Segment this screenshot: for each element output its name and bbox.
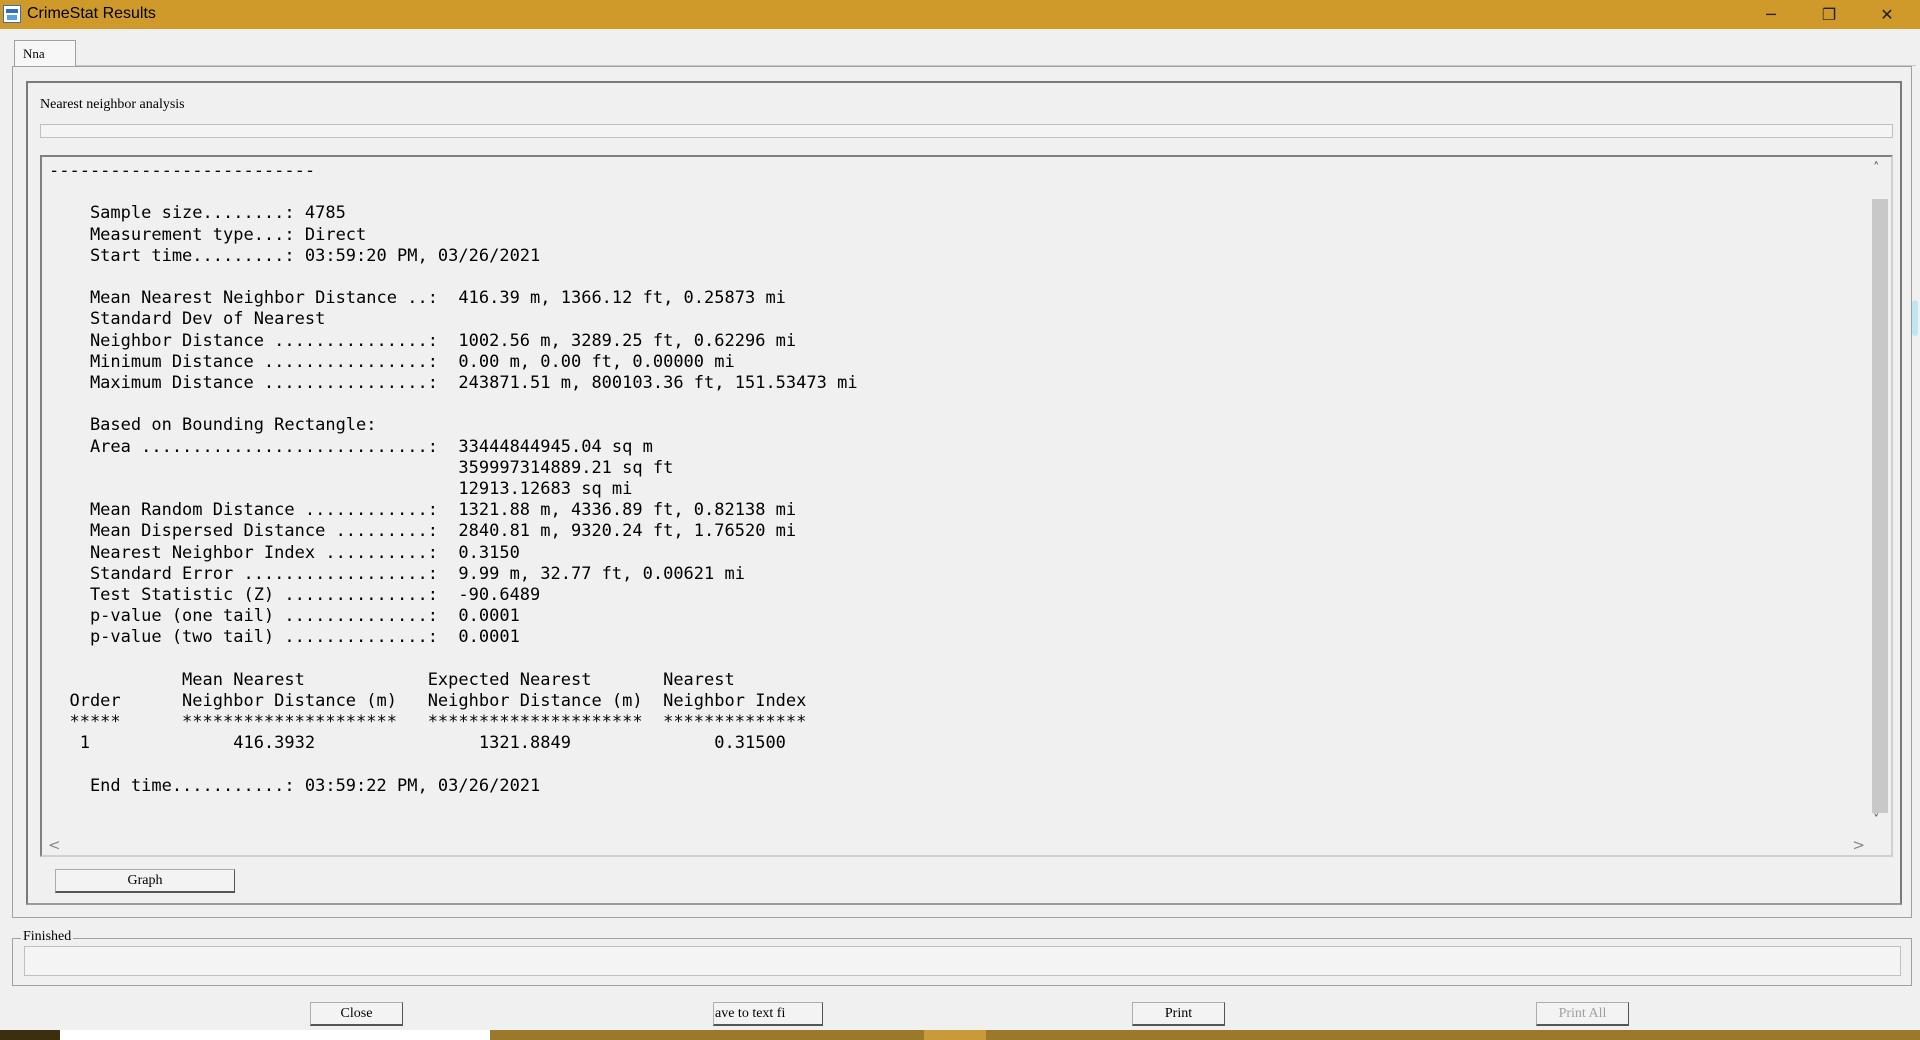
tab-nna[interactable]: Nna: [14, 40, 76, 66]
print-button[interactable]: Print: [1132, 1002, 1225, 1026]
vertical-scrollbar[interactable]: ˄ ˅: [1869, 157, 1891, 837]
app-icon: [3, 5, 21, 23]
scroll-right-icon[interactable]: >: [1852, 836, 1865, 854]
taskbar-start-segment[interactable]: [0, 1030, 60, 1040]
close-icon: ✕: [1880, 5, 1894, 24]
horizontal-scrollbar[interactable]: < >: [42, 835, 1871, 855]
save-to-text-file-button[interactable]: ave to text fi: [713, 1002, 823, 1026]
results-text: -------------------------- Sample size..…: [49, 161, 858, 796]
close-window-button[interactable]: ✕: [1858, 0, 1916, 29]
maximize-icon: ❐: [1821, 5, 1837, 24]
scroll-left-icon[interactable]: <: [48, 836, 61, 854]
section-separator: [40, 124, 1893, 138]
print-all-button: Print All: [1536, 1002, 1629, 1026]
vertical-scroll-thumb[interactable]: [1872, 199, 1888, 813]
results-text-area[interactable]: -------------------------- Sample size..…: [40, 155, 1893, 857]
minimize-button[interactable]: ─: [1742, 0, 1800, 29]
scroll-up-icon[interactable]: ˄: [1873, 161, 1880, 176]
window-edge-marker: [1912, 300, 1918, 336]
status-label: Finished: [21, 929, 74, 945]
taskbar-search-segment[interactable]: [60, 1030, 490, 1040]
scroll-down-icon[interactable]: ˅: [1873, 813, 1880, 828]
section-title: Nearest neighbor analysis: [40, 97, 185, 112]
taskbar-active-app[interactable]: [924, 1030, 986, 1040]
status-field: [24, 946, 1901, 976]
taskbar: [0, 1030, 1920, 1040]
title-bar: CrimeStat Results ─ ❐ ✕: [0, 0, 1920, 29]
graph-button[interactable]: Graph: [55, 869, 235, 893]
maximize-button[interactable]: ❐: [1800, 0, 1858, 29]
minimize-icon: ─: [1766, 5, 1776, 24]
window-title: CrimeStat Results: [27, 5, 156, 22]
close-button[interactable]: Close: [310, 1002, 403, 1026]
